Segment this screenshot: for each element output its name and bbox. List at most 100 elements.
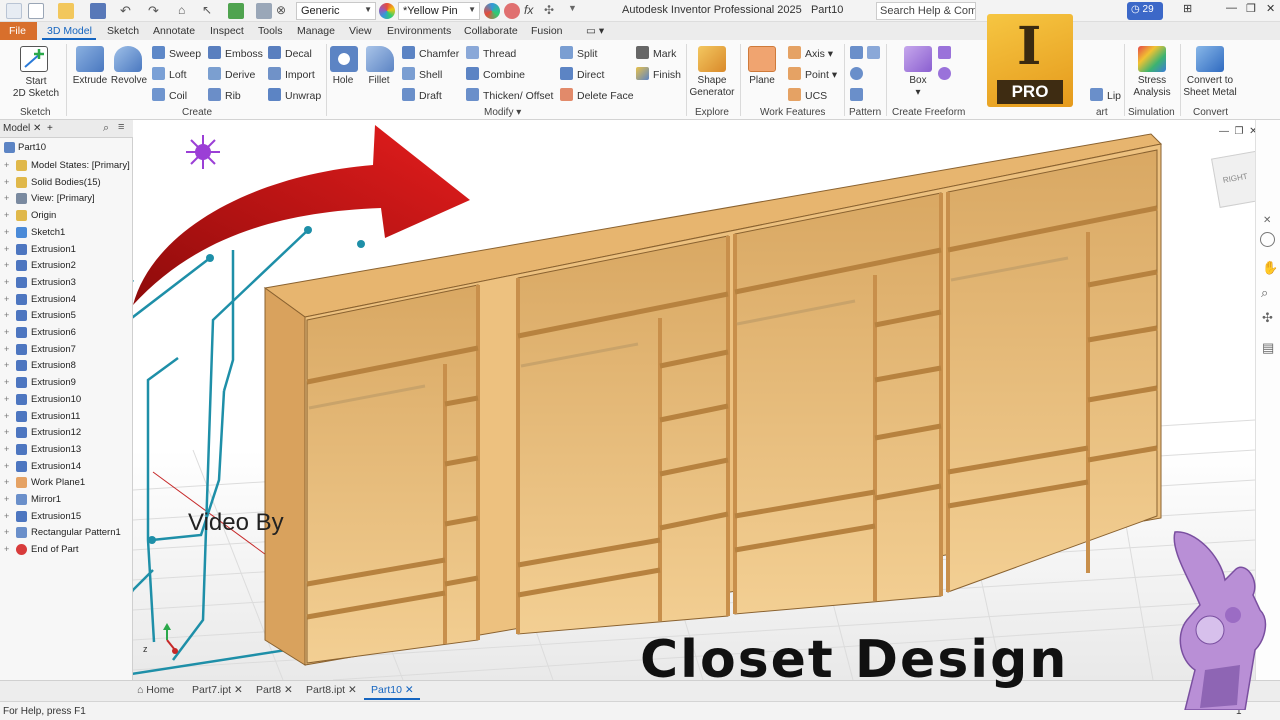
panel-label-modify[interactable]: Modify ▾ — [484, 107, 521, 118]
menu-icon[interactable]: ≡ — [118, 121, 124, 133]
emboss-button[interactable]: Emboss — [208, 46, 263, 62]
tab-inspect[interactable]: Inspect — [210, 25, 244, 37]
draft-button[interactable]: Draft — [402, 88, 442, 104]
tab-sketch[interactable]: Sketch — [107, 25, 139, 37]
chamfer-button[interactable]: Chamfer — [402, 46, 459, 62]
lip-button[interactable]: Lip — [1090, 88, 1121, 104]
freeform-face-button[interactable] — [938, 46, 955, 62]
appearance-combo[interactable]: *Yellow Pin ▼ — [398, 2, 480, 20]
close-icon[interactable]: ✕ — [405, 684, 414, 696]
graphics-window[interactable]: z RIGHT — ❐ ✕ — [133, 120, 1255, 680]
customize-icon[interactable]: ▼ — [568, 3, 584, 19]
tab-collaborate[interactable]: Collaborate — [464, 25, 518, 37]
finish-button[interactable]: Finish — [636, 67, 681, 83]
expand-icon[interactable]: + — [4, 310, 9, 320]
fillet-icon[interactable] — [366, 46, 394, 72]
hole-icon[interactable] — [330, 46, 358, 72]
freeform-box-button[interactable]: Box ▾ — [900, 75, 936, 99]
home-icon[interactable]: ⌂ — [178, 3, 194, 19]
expand-icon[interactable]: + — [4, 360, 9, 370]
doc-tab-part8-ipt[interactable]: Part8.ipt ✕ — [306, 684, 357, 700]
pan-icon[interactable]: ✋ — [1262, 260, 1278, 276]
app-menu-icon[interactable] — [6, 3, 22, 19]
sweep-button[interactable]: Sweep — [152, 46, 201, 62]
freeform-box-icon[interactable] — [904, 46, 932, 72]
convert-sheet-metal-button[interactable]: Convert to Sheet Metal — [1180, 75, 1240, 99]
mark-button[interactable]: Mark — [636, 46, 676, 62]
expand-icon[interactable]: + — [4, 461, 9, 471]
add-icon[interactable]: + — [47, 123, 53, 134]
combine-button[interactable]: Combine — [466, 67, 525, 83]
expand-icon[interactable]: + — [4, 160, 9, 170]
expand-icon[interactable]: + — [4, 394, 9, 404]
tab-annotate[interactable]: Annotate — [153, 25, 195, 37]
axis-button[interactable]: Axis ▾ — [788, 46, 833, 62]
start-2d-sketch-label[interactable]: Start 2D Sketch — [8, 76, 64, 100]
expand-icon[interactable]: + — [4, 344, 9, 354]
measure-icon[interactable] — [256, 3, 272, 19]
cart-icon[interactable]: ⊞ — [1183, 2, 1192, 15]
shape-generator-button[interactable]: Shape Generator — [686, 75, 738, 99]
expand-icon[interactable]: + — [4, 527, 9, 537]
shape-generator-icon[interactable] — [698, 46, 726, 72]
adjust-icon[interactable] — [504, 3, 520, 19]
close-icon[interactable]: ✕ — [284, 684, 293, 696]
split-button[interactable]: Split — [560, 46, 597, 62]
zoom-icon[interactable]: ⌕ — [1261, 285, 1268, 301]
convert-sheet-metal-icon[interactable] — [1196, 46, 1224, 72]
material-icon[interactable]: ⊗ — [276, 3, 292, 19]
doc-tab-part8[interactable]: Part8 ✕ — [256, 684, 293, 700]
tab-tools[interactable]: Tools — [258, 25, 283, 37]
hole-button[interactable]: Hole — [328, 75, 358, 87]
nav-bar-close-icon[interactable]: ✕ — [1263, 215, 1271, 226]
close-icon[interactable]: ✕ — [234, 684, 243, 696]
expand-icon[interactable]: + — [4, 227, 9, 237]
fx-icon[interactable]: fx — [524, 3, 540, 19]
ucs-button[interactable]: UCS — [788, 88, 827, 104]
fillet-button[interactable]: Fillet — [362, 75, 396, 87]
tab-fusion[interactable]: Fusion — [531, 25, 563, 37]
delete-face-button[interactable]: Delete Face — [560, 88, 634, 104]
expand-icon[interactable]: + — [4, 193, 9, 203]
plane-button[interactable]: Plane — [744, 75, 780, 87]
save-icon[interactable] — [90, 3, 106, 19]
view-cube[interactable]: RIGHT — [1211, 150, 1255, 208]
freeform-sphere-button[interactable] — [938, 67, 955, 83]
move-icon[interactable]: ✣ — [544, 3, 560, 19]
stress-analysis-icon[interactable] — [1138, 46, 1166, 72]
help-search-input[interactable]: Search Help & Comm — [876, 2, 976, 20]
import-button[interactable]: Import — [268, 67, 315, 83]
clear-appearance-icon[interactable] — [484, 3, 500, 19]
browser-tab-model[interactable]: Model ✕ + — [3, 123, 53, 134]
look-at-icon[interactable]: ▤ — [1262, 340, 1274, 356]
viewport-minimize-button[interactable]: — ❐ ✕ — [1219, 126, 1255, 137]
rib-button[interactable]: Rib — [208, 88, 241, 104]
expand-icon[interactable]: + — [4, 327, 9, 337]
decal-button[interactable]: Decal — [268, 46, 312, 62]
tab-file[interactable]: File — [0, 22, 37, 40]
new-file-icon[interactable] — [28, 3, 44, 19]
expand-icon[interactable]: + — [4, 294, 9, 304]
tab-manage[interactable]: Manage — [297, 25, 335, 37]
thread-button[interactable]: Thread — [466, 46, 516, 62]
expand-icon[interactable]: + — [4, 260, 9, 270]
expand-icon[interactable]: + — [4, 377, 9, 387]
redo-icon[interactable]: ↷ — [148, 3, 164, 19]
maximize-button[interactable]: ❐ — [1246, 2, 1256, 15]
close-icon[interactable]: ✕ — [348, 684, 357, 696]
start-2d-sketch-icon[interactable] — [20, 46, 48, 72]
select-icon[interactable]: ↖ — [202, 3, 218, 19]
loft-button[interactable]: Loft — [152, 67, 187, 83]
extrude-icon[interactable] — [76, 46, 104, 72]
minimize-button[interactable]: — — [1226, 2, 1237, 14]
ribbon-options-icon[interactable]: ▭ ▾ — [586, 25, 604, 37]
search-icon[interactable]: ⌕ — [103, 122, 109, 135]
shell-button[interactable]: Shell — [402, 67, 442, 83]
expand-icon[interactable]: + — [4, 277, 9, 287]
doc-tab-home[interactable]: ⌂ Home — [137, 684, 174, 700]
open-folder-icon[interactable] — [58, 3, 74, 19]
tab-3d-model[interactable]: 3D Model — [47, 25, 92, 37]
update-icon[interactable] — [228, 3, 244, 19]
tab-environments[interactable]: Environments — [387, 25, 451, 37]
steering-wheel-icon[interactable] — [1260, 232, 1275, 247]
